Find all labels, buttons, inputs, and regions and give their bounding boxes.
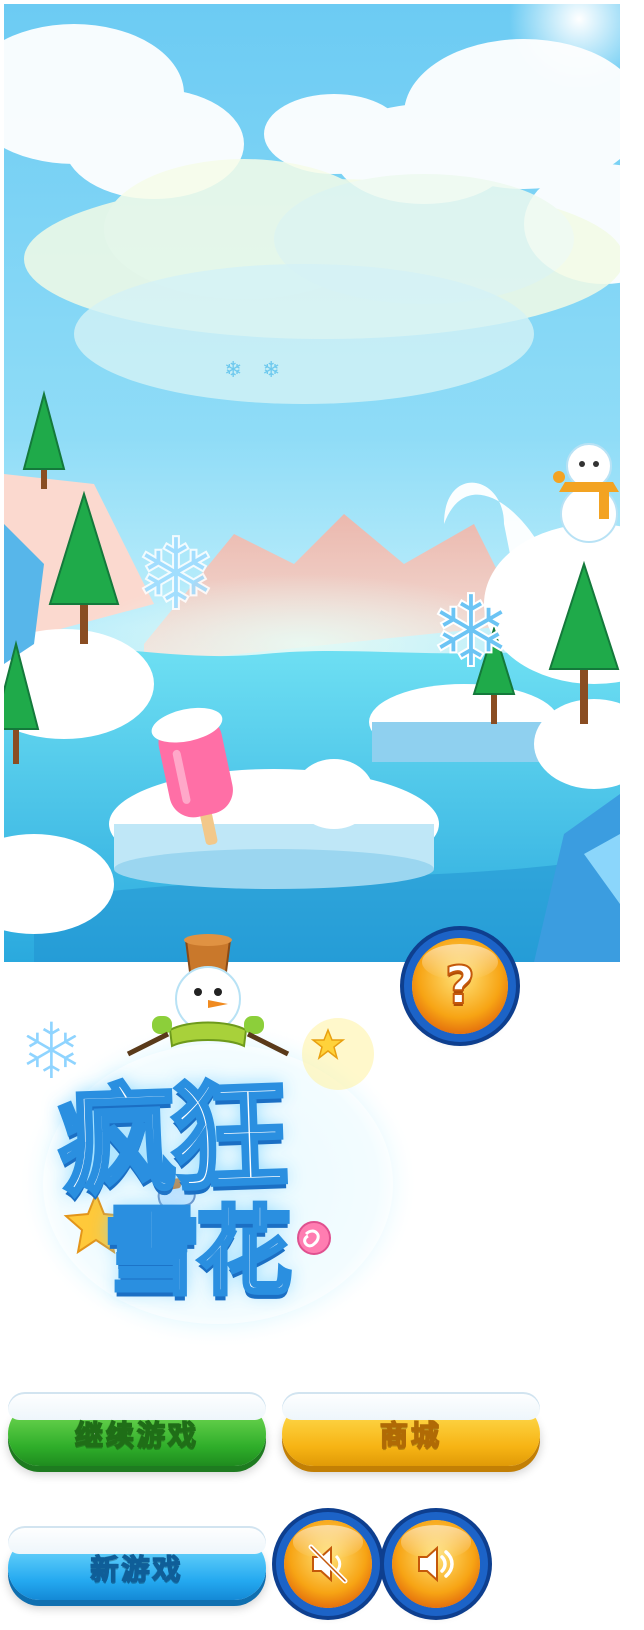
- continue-game-label: 继续游戏: [74, 1418, 199, 1453]
- help-button[interactable]: ?: [412, 938, 508, 1034]
- sound-button[interactable]: [392, 1520, 480, 1608]
- background-scene: ❄ ❄ ❄ ❄: [4, 4, 620, 962]
- game-logo: ❄ 疯狂 雪花: [18, 934, 414, 1350]
- candy-icon: [297, 1221, 331, 1255]
- logo-title-line1: 疯狂: [54, 1064, 287, 1214]
- tiny-snowflake-icon: ❄: [224, 358, 242, 383]
- new-game-label: 新游戏: [90, 1552, 184, 1587]
- question-mark-icon: ?: [444, 955, 476, 1017]
- tiny-snowflake-icon: ❄: [262, 358, 280, 383]
- winter-landscape: ❄ ❄ ❄ ❄: [4, 4, 620, 962]
- speaker-on-icon: [418, 1545, 454, 1583]
- shop-button[interactable]: 商城: [282, 1392, 540, 1466]
- continue-game-button[interactable]: 继续游戏: [8, 1392, 266, 1466]
- logo-title-line2: 雪花: [102, 1196, 294, 1308]
- new-game-button[interactable]: 新游戏: [8, 1526, 266, 1600]
- snowflake-icon: ❄: [134, 516, 218, 633]
- mute-button[interactable]: [284, 1520, 372, 1608]
- snowflake-icon: ❄: [429, 573, 513, 690]
- star-wand-icon: [302, 1018, 374, 1090]
- speaker-muted-icon: [308, 1544, 348, 1584]
- shop-label: 商城: [379, 1418, 442, 1453]
